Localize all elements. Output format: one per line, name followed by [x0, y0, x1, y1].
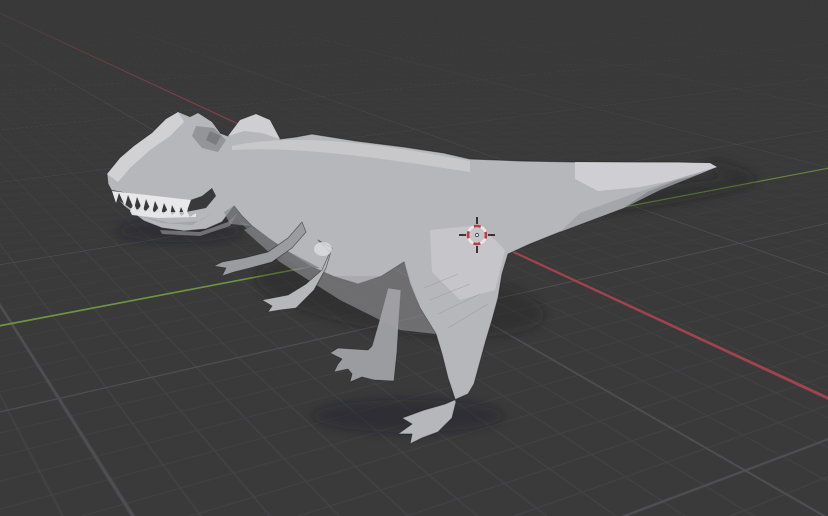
cursor-center-dot: [475, 233, 478, 236]
3d-cursor[interactable]: [0, 0, 828, 516]
blender-3d-viewport[interactable]: [0, 0, 828, 516]
